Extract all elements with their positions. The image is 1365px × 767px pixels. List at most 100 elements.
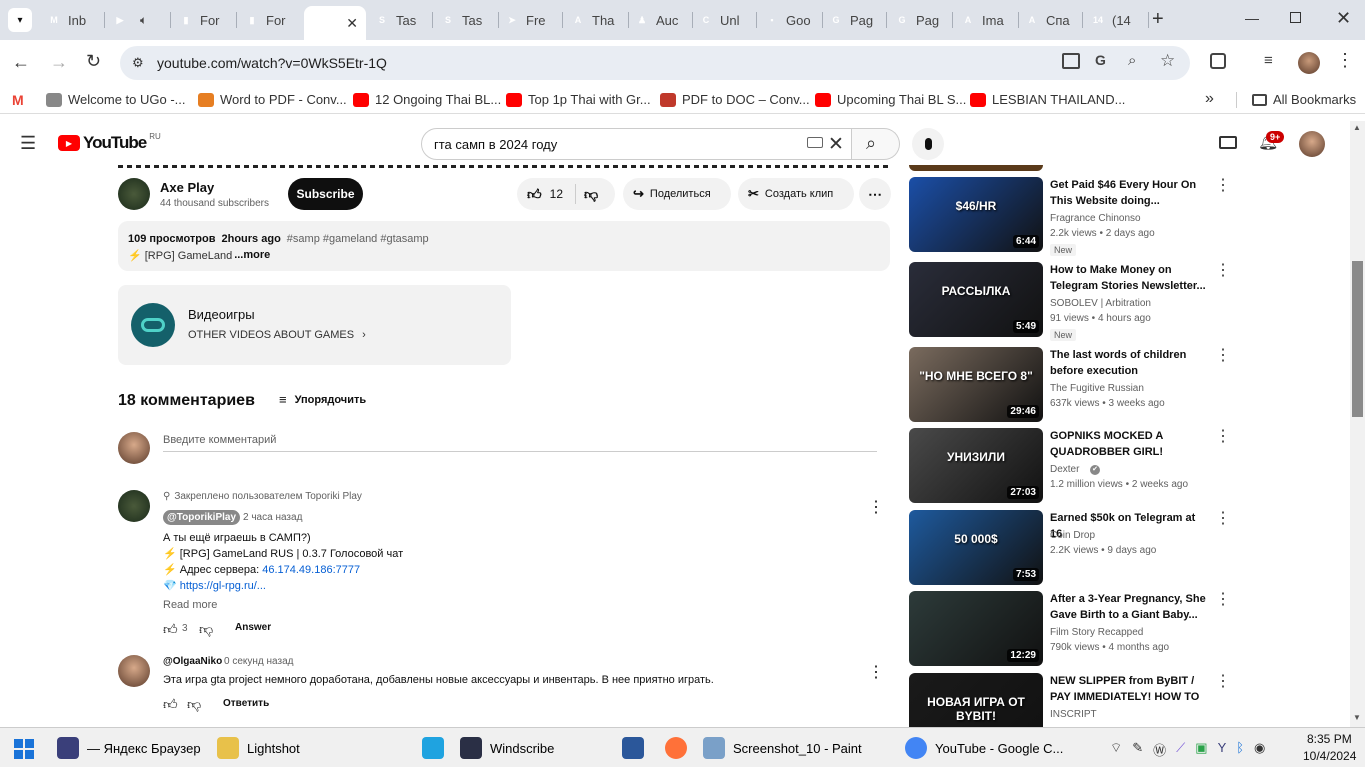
browser-tab[interactable]: ▶ 🔈︎ xyxy=(106,6,168,34)
video-channel[interactable]: Film Story Recapped xyxy=(1050,627,1143,638)
gmail-bookmark-icon[interactable]: M xyxy=(12,92,24,108)
taskbar-app[interactable]: YouTube - Google C... xyxy=(905,737,1063,759)
related-video[interactable]: $46/HR 6:44 Get Paid $46 Every Hour On Thi… xyxy=(909,177,1349,256)
browser-tab[interactable]: ♟ Auc xyxy=(628,6,690,34)
taskbar-app[interactable] xyxy=(665,737,687,759)
taskbar-app[interactable]: Windscribe xyxy=(460,737,554,759)
account-avatar[interactable] xyxy=(1299,131,1325,157)
search-input[interactable]: гта самп в 2024 году xyxy=(434,137,557,152)
dislike-button[interactable]: 👎︎ xyxy=(576,186,598,203)
server-ip-link[interactable]: 46.174.49.186:7777 xyxy=(262,564,360,576)
page-scrollbar[interactable]: ▲ ▼ xyxy=(1350,121,1365,727)
reply-button[interactable]: Ответить xyxy=(223,698,269,709)
windows-start-icon[interactable] xyxy=(14,739,34,759)
video-menu-icon[interactable]: ⋮ xyxy=(1215,348,1231,364)
close-tab-icon[interactable]: ✕ xyxy=(346,15,358,32)
address-bar[interactable]: ⚙ youtube.com/watch?v=0WkS5Etr-1Q G ⌕ ☆ xyxy=(120,46,1190,80)
video-title[interactable]: Get Paid $46 Every Hour On This Website … xyxy=(1050,177,1210,209)
tab-active[interactable]: ▶ ✕ xyxy=(304,6,366,40)
bookmark-star-icon[interactable]: ☆ xyxy=(1160,51,1175,71)
browser-tab[interactable]: G Pag xyxy=(888,6,950,34)
url-text[interactable]: youtube.com/watch?v=0WkS5Etr-1Q xyxy=(157,55,387,71)
video-menu-icon[interactable]: ⋮ xyxy=(1215,263,1231,279)
comment-menu-icon[interactable]: ⋮ xyxy=(868,497,884,517)
restore-window-button[interactable] xyxy=(1290,12,1301,23)
website-link[interactable]: https://gl-rpg.ru/... xyxy=(180,580,266,592)
video-channel[interactable]: INSCRIPT xyxy=(1050,709,1097,720)
taskbar-app[interactable]: Screenshot_10 - Paint xyxy=(703,737,862,759)
video-thumbnail[interactable]: $46/HR 6:44 xyxy=(909,177,1043,252)
browser-tab[interactable]: ➤ Fre xyxy=(498,6,560,34)
tray-app-icon[interactable]: ◉ xyxy=(1254,740,1265,759)
network-icon[interactable]: ⌔ xyxy=(1110,740,1122,759)
related-video[interactable]: РАССЫЛКА 5:49 How to Make Money on Telegra… xyxy=(909,262,1349,341)
video-title[interactable]: After a 3-Year Pregnancy, She Gave Birth… xyxy=(1050,591,1210,623)
video-title[interactable]: The last words of children before execut… xyxy=(1050,347,1210,379)
comment-dislike-button[interactable]: 👎︎ xyxy=(187,696,201,713)
comment-author[interactable]: @OlgaaNiko xyxy=(163,656,222,667)
keyboard-icon[interactable] xyxy=(807,137,823,148)
video-menu-icon[interactable]: ⋮ xyxy=(1215,592,1231,608)
yandex-tray-icon[interactable]: Y xyxy=(1218,740,1227,759)
reply-button[interactable]: Answer xyxy=(235,622,271,633)
browser-tab[interactable]: ▮ For xyxy=(172,6,234,34)
browser-tab[interactable]: M Inb xyxy=(40,6,102,34)
video-channel[interactable]: Fragrance Chinonso xyxy=(1050,213,1141,224)
video-channel[interactable]: Dexter xyxy=(1050,464,1079,475)
create-video-icon[interactable] xyxy=(1219,136,1237,149)
hashtags[interactable]: #samp #gameland #gtasamp xyxy=(287,233,429,245)
hamburger-menu-icon[interactable]: ☰ xyxy=(20,133,36,154)
bluetooth-icon[interactable]: ᛒ xyxy=(1236,740,1244,759)
channel-name[interactable]: Axe Play xyxy=(160,180,214,195)
video-thumbnail[interactable]: 50 000$ 7:53 xyxy=(909,510,1043,585)
taskbar-app[interactable] xyxy=(622,737,644,759)
clear-search-icon[interactable]: ✕ xyxy=(828,133,844,156)
video-thumbnail[interactable]: РАССЫЛКА 5:49 xyxy=(909,262,1043,337)
scroll-down-arrow[interactable]: ▼ xyxy=(1353,713,1361,722)
comment-time[interactable]: 2 часа назад xyxy=(243,512,302,523)
forward-button[interactable]: → xyxy=(50,52,68,73)
browser-tab[interactable]: C Unl xyxy=(692,6,754,34)
like-button[interactable]: 👍︎ 12 xyxy=(517,186,563,203)
scrollbar-thumb[interactable] xyxy=(1352,261,1363,417)
more-bookmarks-button[interactable]: » xyxy=(1205,90,1214,108)
video-channel[interactable]: Coin Drop xyxy=(1050,530,1095,541)
comment-like-button[interactable]: 👍︎ xyxy=(163,621,178,638)
new-tab-button[interactable]: + xyxy=(1152,8,1164,31)
bookmark-item[interactable]: Word to PDF - Conv... xyxy=(198,92,347,107)
bookmark-item[interactable]: LESBIAN THAILAND... xyxy=(970,92,1125,107)
reload-button[interactable]: ↻ xyxy=(86,51,101,72)
search-button[interactable]: ⌕ xyxy=(852,128,900,160)
video-menu-icon[interactable]: ⋮ xyxy=(1215,511,1231,527)
related-video[interactable]: 12:29 After a 3-Year Pregnancy, She Gave … xyxy=(909,591,1349,667)
clock-time[interactable]: 8:35 PM xyxy=(1307,732,1352,746)
video-menu-icon[interactable]: ⋮ xyxy=(1215,674,1231,690)
bookmark-item[interactable]: Welcome to UGo -... xyxy=(46,92,186,107)
share-button[interactable]: ↪ Поделиться xyxy=(623,178,731,210)
bookmark-item[interactable]: 12 Ongoing Thai BL... xyxy=(353,92,501,107)
taskbar-app[interactable]: — Яндекс Браузер xyxy=(57,737,201,759)
sort-comments-button[interactable]: ≡ Упорядочить xyxy=(279,392,366,407)
related-video[interactable]: 50 000$ 7:53 Earned $50k on Telegram at 16… xyxy=(909,510,1349,586)
browser-tab[interactable]: G Pag xyxy=(822,6,884,34)
taskbar-app[interactable] xyxy=(422,737,444,759)
video-title[interactable]: NEW SLIPPER from ByBIT / PAY IMMEDIATELY… xyxy=(1050,673,1210,705)
comment-author-avatar[interactable] xyxy=(118,490,150,522)
read-more-link[interactable]: Read more xyxy=(163,599,217,611)
browser-tab[interactable]: A Спа xyxy=(1018,6,1080,34)
clock-date[interactable]: 10/4/2024 xyxy=(1303,749,1356,763)
tray-app-icon[interactable]: ▣ xyxy=(1195,740,1207,759)
category-card[interactable]: Видеоигры OTHER VIDEOS ABOUT GAMES › xyxy=(118,285,511,365)
windscribe-tray-icon[interactable]: Ⓦ xyxy=(1153,740,1166,759)
tray-app-icon[interactable]: ⟋ xyxy=(1176,740,1185,759)
back-button[interactable]: ← xyxy=(12,52,30,73)
video-menu-icon[interactable]: ⋮ xyxy=(1215,178,1231,194)
video-title[interactable]: How to Make Money on Telegram Stories Ne… xyxy=(1050,262,1210,294)
browser-menu-icon[interactable]: ⋮ xyxy=(1336,50,1354,71)
audio-playing-icon[interactable]: 🔈︎ xyxy=(140,13,147,28)
video-thumbnail[interactable]: 12:29 xyxy=(909,591,1043,666)
comment-dislike-button[interactable]: 👎︎ xyxy=(199,621,213,638)
comment-time[interactable]: 0 секунд назад xyxy=(224,656,293,667)
create-clip-button[interactable]: ✂ Создать клип xyxy=(738,178,854,210)
category-link[interactable]: OTHER VIDEOS ABOUT GAMES › xyxy=(188,329,366,341)
